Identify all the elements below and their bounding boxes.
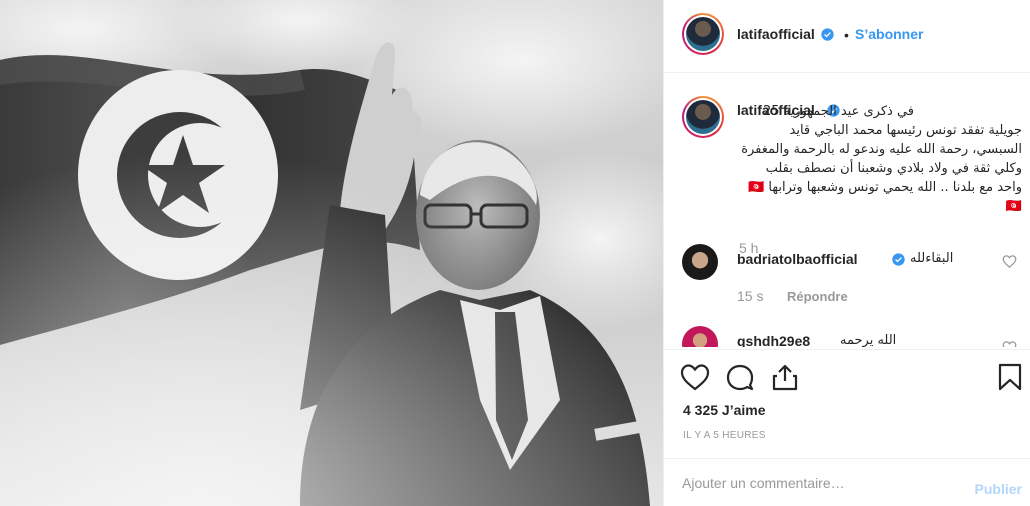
- comment-text: البقاءلله: [910, 251, 954, 266]
- comment-username[interactable]: qshdh29e8: [737, 333, 810, 347]
- like-count[interactable]: 4 325 J’aime: [683, 402, 766, 418]
- comment-username[interactable]: badriatolbaofficial: [737, 251, 858, 267]
- comments-list[interactable]: latifaofficial في ذكرى عيد الجمهورية 25 …: [664, 74, 1030, 347]
- bookmark-icon[interactable]: [997, 363, 1023, 391]
- commenter-avatar[interactable]: [682, 244, 718, 280]
- heart-icon[interactable]: [680, 363, 710, 391]
- verified-badge-icon: [821, 28, 834, 41]
- caption-text: في ذكرى عيد الجمهورية 25 جويلية تفقد تون…: [741, 104, 1022, 214]
- heart-icon[interactable]: [1002, 254, 1017, 269]
- comment-text: الله يرحمه: [840, 333, 897, 347]
- follow-button[interactable]: S’abonner: [855, 26, 923, 42]
- comment-input[interactable]: [682, 471, 942, 495]
- share-icon[interactable]: [770, 363, 800, 391]
- post-timestamp[interactable]: IL Y A 5 HEURES: [683, 430, 766, 441]
- post-header: latifaofficial • S’abonner: [664, 0, 1030, 73]
- separator-dot: •: [844, 27, 849, 43]
- action-bar: [664, 349, 1030, 399]
- author-username[interactable]: latifaofficial: [737, 26, 815, 42]
- reply-button[interactable]: Répondre: [787, 289, 848, 304]
- publish-button[interactable]: Publier: [975, 481, 1022, 497]
- commenter-avatar[interactable]: [682, 326, 718, 347]
- post-side-panel: latifaofficial • S’abonner latifaofficia…: [663, 0, 1030, 506]
- comment-timestamp[interactable]: 15 s: [737, 288, 763, 304]
- caption-author-avatar[interactable]: [682, 96, 724, 138]
- post-photo[interactable]: [0, 0, 663, 506]
- comment-icon[interactable]: [725, 363, 755, 391]
- verified-badge-icon: [892, 253, 905, 266]
- heart-icon[interactable]: [1002, 340, 1017, 347]
- photo-image: [0, 0, 663, 506]
- comment-composer: Publier: [664, 458, 1030, 506]
- author-avatar[interactable]: [682, 13, 724, 55]
